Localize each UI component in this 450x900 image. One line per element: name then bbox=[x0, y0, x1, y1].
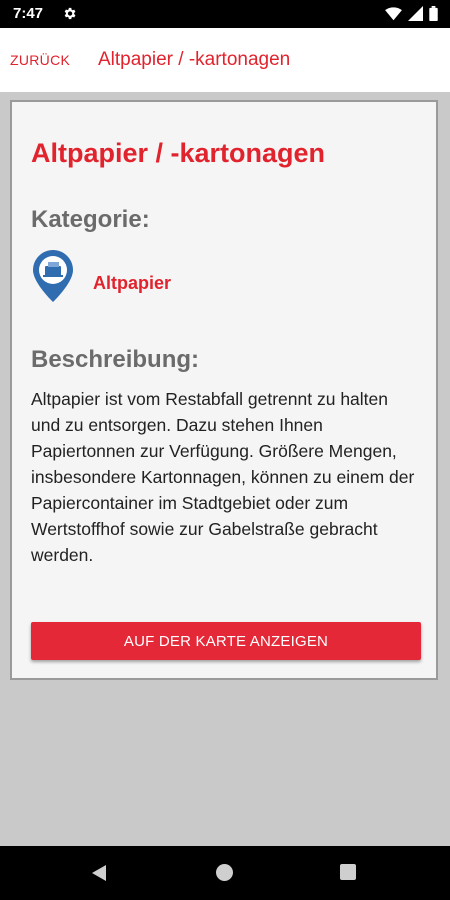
category-name[interactable]: Altpapier bbox=[93, 273, 171, 294]
status-bar: 7:47 bbox=[0, 0, 450, 28]
system-icons bbox=[385, 6, 438, 26]
navigation-bar bbox=[0, 846, 450, 900]
category-heading: Kategorie: bbox=[31, 206, 150, 233]
wifi-icon bbox=[385, 6, 402, 26]
back-triangle-icon[interactable] bbox=[91, 864, 107, 887]
app-bar-title: Altpapier / -kartonagen bbox=[98, 49, 291, 70]
status-time: 7:47 bbox=[13, 5, 44, 22]
content-area[interactable]: Altpapier / -kartonagen Kategorie: Altpa… bbox=[0, 92, 450, 846]
app-bar: ZURÜCK Altpapier / -kartonagen bbox=[0, 28, 450, 92]
home-circle-icon[interactable] bbox=[216, 864, 233, 881]
settings-icon bbox=[62, 6, 77, 26]
description-heading: Beschreibung: bbox=[31, 346, 200, 373]
battery-icon bbox=[429, 6, 438, 26]
description-text: Altpapier ist vom Restabfall getrennt zu… bbox=[31, 389, 415, 565]
back-button[interactable]: ZURÜCK bbox=[10, 52, 70, 68]
recycling-pin-icon bbox=[31, 248, 75, 304]
signal-icon bbox=[408, 6, 423, 26]
show-on-map-button[interactable]: AUF DER KARTE ANZEIGEN bbox=[31, 622, 421, 660]
recents-square-icon[interactable] bbox=[340, 864, 356, 880]
detail-card: Altpapier / -kartonagen Kategorie: Altpa… bbox=[10, 100, 438, 680]
page-title: Altpapier / -kartonagen bbox=[31, 138, 326, 168]
